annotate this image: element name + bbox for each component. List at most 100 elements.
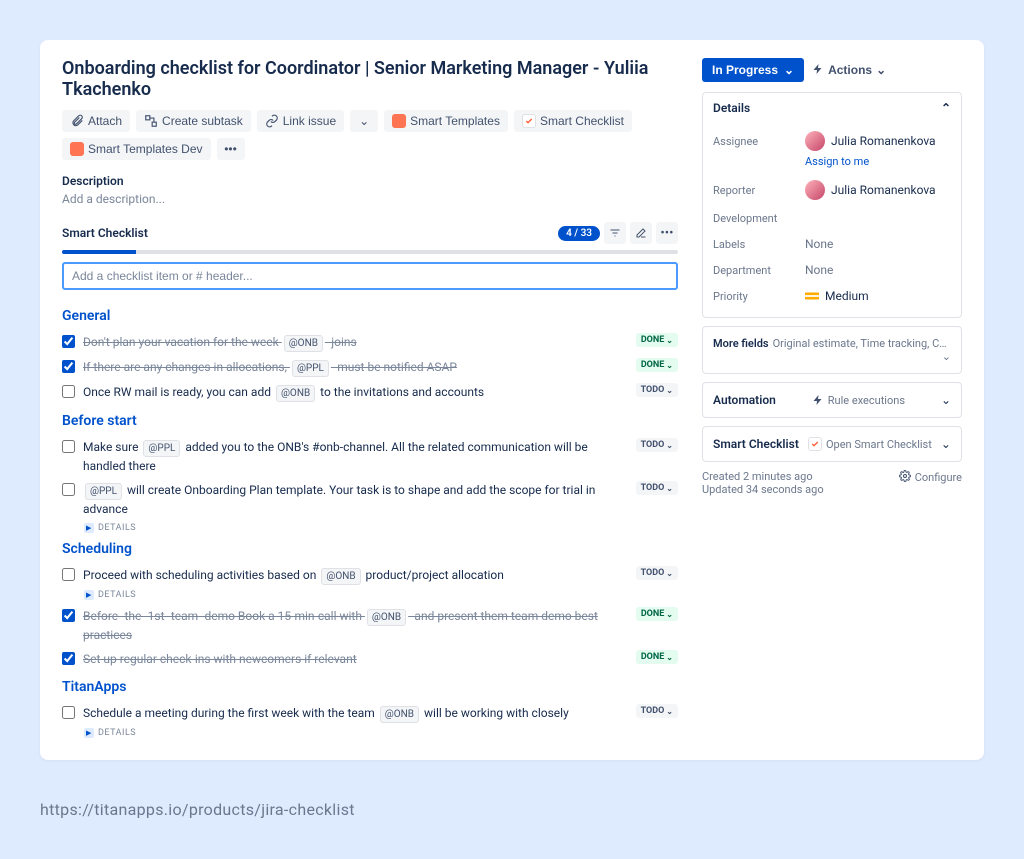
- expand-icon: ▶: [84, 523, 94, 533]
- details-card: Details⌃ Assignee Julia Romanenkova Assi…: [702, 92, 962, 318]
- more-actions-button[interactable]: •••: [217, 138, 245, 160]
- checklist-checkbox[interactable]: [62, 440, 75, 453]
- details-toggle[interactable]: ▶DETAILS: [84, 590, 678, 600]
- smart-templates-button[interactable]: Smart Templates: [384, 110, 508, 132]
- checklist-checkbox[interactable]: [62, 652, 75, 665]
- edit-button[interactable]: [630, 222, 652, 244]
- checklist-item-text: Set up regular check-ins with newcomers …: [83, 650, 628, 668]
- checklist-item[interactable]: Once RW mail is ready, you can add @ONB …: [62, 380, 678, 405]
- smart-checklist-card[interactable]: Smart ChecklistOpen Smart Checklist⌄: [702, 426, 962, 462]
- automation-card[interactable]: AutomationRule executions⌄: [702, 382, 962, 418]
- checklist-group-header: TitanApps: [62, 679, 678, 695]
- checklist-checkbox[interactable]: [62, 483, 75, 496]
- checklist-item[interactable]: Proceed with scheduling activities based…: [62, 563, 678, 588]
- checklist-group-header: General: [62, 308, 678, 324]
- gear-icon: [899, 470, 911, 485]
- issue-panel: Onboarding checklist for Coordinator | S…: [40, 40, 984, 760]
- checklist-body: General Don't plan your vacation for the …: [62, 308, 678, 738]
- priority-field[interactable]: Priority Medium: [713, 283, 951, 309]
- issue-sidebar: In Progress⌄ Actions⌄ Details⌃ Assignee …: [702, 58, 962, 742]
- more-fields-card[interactable]: More fieldsOriginal estimate, Time track…: [702, 326, 962, 374]
- attach-button[interactable]: Attach: [62, 110, 130, 132]
- reporter-field[interactable]: Reporter Julia Romanenkova: [713, 174, 951, 206]
- labels-field[interactable]: Labels None: [713, 231, 951, 257]
- status-badge[interactable]: TODO⌄: [636, 481, 678, 495]
- smart-checklist-icon: [808, 437, 822, 451]
- smart-templates-dev-button[interactable]: Smart Templates Dev: [62, 138, 211, 160]
- configure-button[interactable]: Configure: [899, 470, 962, 485]
- avatar: [805, 180, 825, 200]
- create-subtask-button[interactable]: Create subtask: [136, 110, 251, 132]
- checklist-item-text: Before -the- 1st -team -demo Book a 15-m…: [83, 607, 628, 644]
- checklist-item[interactable]: If there are any changes in allocations,…: [62, 355, 678, 380]
- checklist-item-text: Schedule a meeting during the first week…: [83, 704, 628, 723]
- smart-checklist-icon: [522, 114, 536, 128]
- mention-tag: @ONB: [276, 385, 315, 402]
- status-row: In Progress⌄ Actions⌄: [702, 58, 962, 82]
- chevron-down-icon: ⌄: [942, 350, 951, 363]
- checklist-item-text: Once RW mail is ready, you can add @ONB …: [83, 383, 628, 402]
- checklist-checkbox[interactable]: [62, 609, 75, 622]
- checklist-counter: 4 / 33: [558, 226, 600, 241]
- link-dropdown-button[interactable]: ⌄: [350, 110, 378, 132]
- details-toggle[interactable]: ▶DETAILS: [84, 728, 678, 738]
- smart-templates-dev-icon: [70, 142, 84, 156]
- checklist-header: Smart Checklist 4 / 33 •••: [62, 222, 678, 244]
- chevron-down-icon: ⌄: [784, 63, 794, 77]
- chevron-down-icon: ⌄: [941, 393, 951, 407]
- development-field[interactable]: Development: [713, 206, 951, 231]
- checklist-item[interactable]: Don't plan your vacation for the week @O…: [62, 330, 678, 355]
- lightning-icon: [812, 63, 824, 78]
- expand-icon: ▶: [84, 590, 94, 600]
- status-badge[interactable]: DONE⌄: [636, 358, 678, 372]
- status-select[interactable]: In Progress⌄: [702, 58, 804, 82]
- checklist-progress: [62, 250, 678, 254]
- mention-tag: @ONB: [380, 706, 419, 723]
- link-issue-button[interactable]: Link issue: [257, 110, 344, 132]
- progress-fill: [62, 250, 136, 254]
- checklist-item-text: @PPL will create Onboarding Plan templat…: [83, 481, 628, 518]
- details-header[interactable]: Details⌃: [703, 93, 961, 123]
- checklist-item[interactable]: @PPL will create Onboarding Plan templat…: [62, 478, 678, 521]
- checklist-checkbox[interactable]: [62, 568, 75, 581]
- priority-medium-icon: [805, 289, 819, 303]
- checklist-item[interactable]: Set up regular check-ins with newcomers …: [62, 647, 678, 671]
- checklist-item-text: Make sure @PPL added you to the ONB's #o…: [83, 438, 628, 475]
- checklist-checkbox[interactable]: [62, 706, 75, 719]
- department-field[interactable]: Department None: [713, 257, 951, 283]
- status-badge[interactable]: TODO⌄: [636, 566, 678, 580]
- checklist-more-button[interactable]: •••: [656, 222, 678, 244]
- description-placeholder[interactable]: Add a description...: [62, 192, 678, 206]
- smart-checklist-button[interactable]: Smart Checklist: [514, 110, 632, 132]
- status-badge[interactable]: TODO⌄: [636, 383, 678, 397]
- checklist-checkbox[interactable]: [62, 360, 75, 373]
- status-badge[interactable]: TODO⌄: [636, 438, 678, 452]
- checklist-item-text: If there are any changes in allocations,…: [83, 358, 628, 377]
- checklist-item-text: Proceed with scheduling activities based…: [83, 566, 628, 585]
- mention-tag: @ONB: [284, 335, 323, 352]
- attachment-icon: [70, 114, 84, 128]
- checklist-checkbox[interactable]: [62, 385, 75, 398]
- actions-button[interactable]: Actions⌄: [812, 63, 886, 78]
- updated-timestamp: Updated 34 seconds ago: [702, 483, 824, 496]
- checklist-item[interactable]: Before -the- 1st -team -demo Book a 15-m…: [62, 604, 678, 647]
- assignee-field[interactable]: Assignee Julia Romanenkova: [713, 125, 951, 157]
- add-checklist-input[interactable]: [62, 262, 678, 290]
- checklist-item[interactable]: Make sure @PPL added you to the ONB's #o…: [62, 435, 678, 478]
- ellipsis-icon: •••: [224, 142, 237, 156]
- status-badge[interactable]: DONE⌄: [636, 650, 678, 664]
- link-icon: [265, 114, 279, 128]
- checklist-checkbox[interactable]: [62, 335, 75, 348]
- chevron-down-icon: ⌄: [876, 63, 886, 77]
- assign-to-me-link[interactable]: Assign to me: [805, 155, 951, 168]
- description-label: Description: [62, 174, 678, 188]
- details-toggle[interactable]: ▶DETAILS: [84, 523, 678, 533]
- chevron-down-icon: ⌄: [941, 437, 951, 451]
- mention-tag: @PPL: [143, 440, 180, 457]
- filter-button[interactable]: [604, 222, 626, 244]
- status-badge[interactable]: DONE⌄: [636, 333, 678, 347]
- status-badge[interactable]: TODO⌄: [636, 704, 678, 718]
- issue-meta: Created 2 minutes ago Updated 34 seconds…: [702, 470, 962, 496]
- checklist-item[interactable]: Schedule a meeting during the first week…: [62, 701, 678, 726]
- status-badge[interactable]: DONE⌄: [636, 607, 678, 621]
